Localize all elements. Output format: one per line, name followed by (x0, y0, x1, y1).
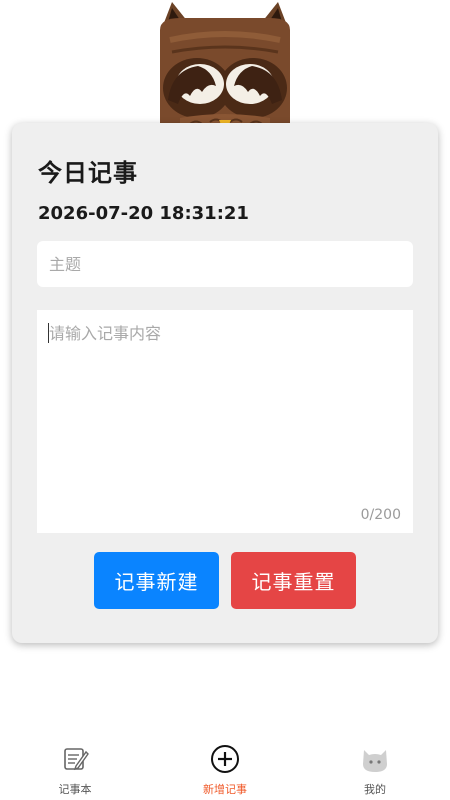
content-textarea[interactable] (37, 310, 413, 495)
tab-mine[interactable]: 我的 (335, 742, 415, 800)
bottom-tab-bar: 记事本 新增记事 我的 (0, 742, 450, 800)
char-counter: 0/200 (360, 507, 401, 523)
new-note-card: 今日记事 2026-07-20 18:31:21 0/200 记事新建 记事重置 (12, 123, 438, 643)
subject-input[interactable] (37, 241, 413, 287)
cat-face-icon (363, 750, 387, 772)
reset-note-button[interactable]: 记事重置 (231, 552, 356, 609)
current-datetime: 2026-07-20 18:31:21 (38, 203, 249, 224)
create-note-button[interactable]: 记事新建 (94, 552, 219, 609)
tab-label: 新增记事 (203, 783, 247, 796)
plus-circle-icon (211, 745, 239, 773)
tab-label: 我的 (364, 783, 386, 796)
tab-notebook[interactable]: 记事本 (35, 742, 115, 800)
page-title: 今日记事 (38, 159, 138, 187)
notebook-icon (64, 748, 89, 771)
text-caret (48, 323, 49, 343)
tab-label: 记事本 (58, 783, 92, 796)
content-box: 0/200 (37, 310, 413, 533)
owl-mascot-image (160, 2, 290, 135)
tab-new-note[interactable]: 新增记事 (185, 742, 265, 800)
